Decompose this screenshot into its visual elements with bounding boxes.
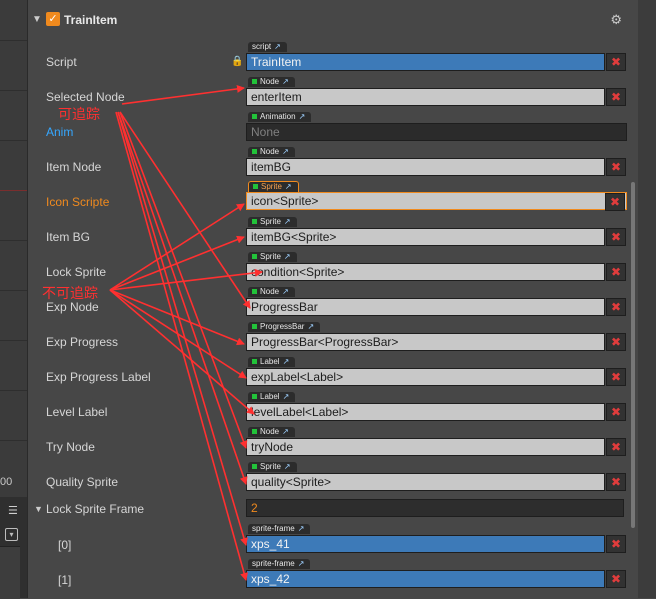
arrow-to-xps41 <box>117 111 248 546</box>
arrow-to-progressbar-component <box>109 289 245 346</box>
arrow-to-explabel <box>109 289 247 379</box>
arrow-to-levellabel <box>109 289 255 415</box>
arrow-to-quality <box>117 111 248 485</box>
annotation-arrows <box>109 84 263 581</box>
traceable-annotation: 可追踪 <box>58 106 100 122</box>
arrow-to-enteritem <box>121 84 245 105</box>
arrow-to-xps42 <box>115 111 248 581</box>
arrow-to-trynode <box>119 111 248 449</box>
untraceable-annotation: 不可追踪 <box>42 285 98 301</box>
